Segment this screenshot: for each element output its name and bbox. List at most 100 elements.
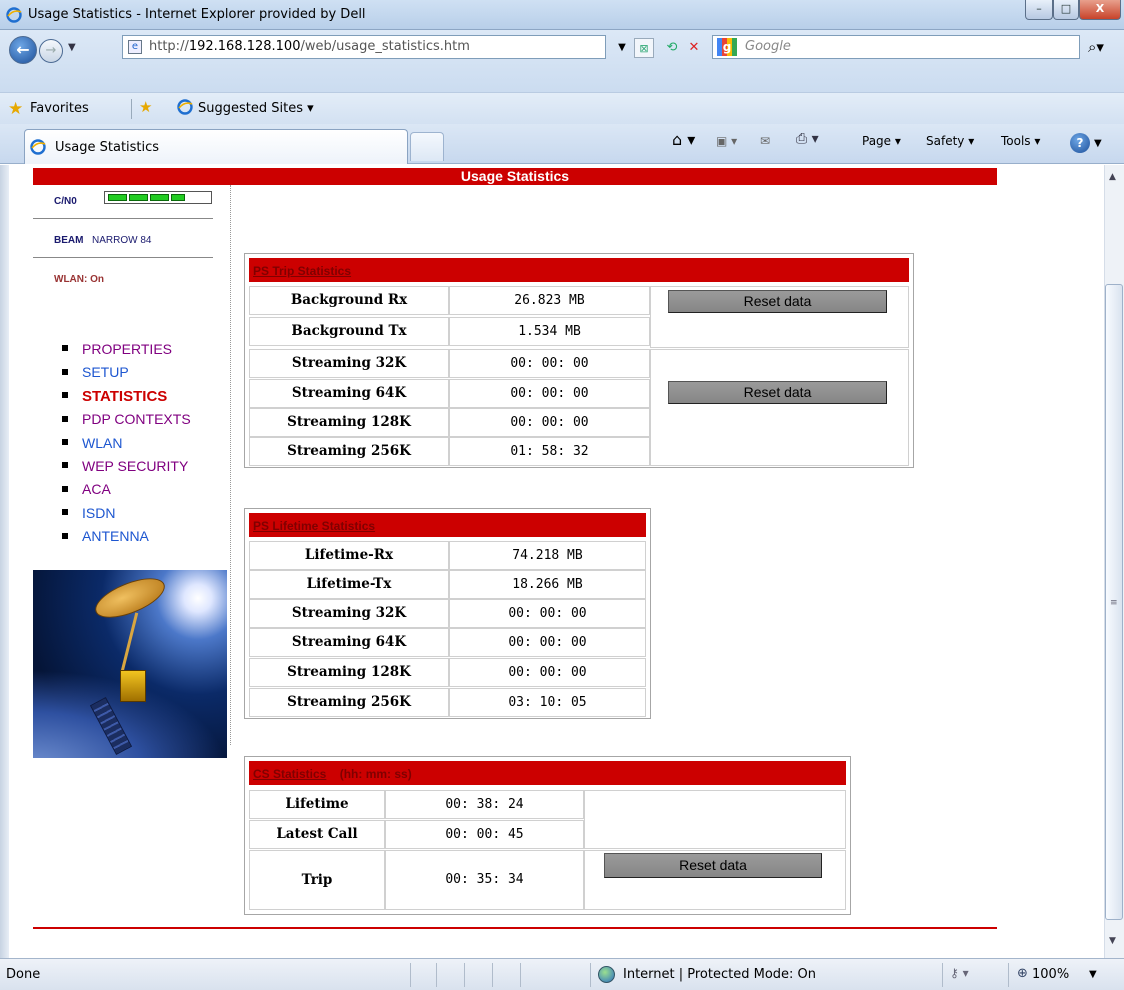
menu-item-wlan[interactable]: WLAN (62, 432, 191, 455)
table-cell-value: 74.218 MB (449, 541, 646, 570)
signal-cell (171, 194, 185, 201)
url-host: 192.168.128.100 (188, 39, 301, 54)
status-bar: Done Internet | Protected Mode: On ⚷ ▾ ⊕… (0, 958, 1124, 990)
beam-value: NARROW 84 (92, 235, 152, 246)
tools-menu[interactable]: Tools ▾ (1001, 134, 1040, 148)
menu-item-pdp-contexts[interactable]: PDP CONTEXTS (62, 408, 191, 431)
status-divider (410, 963, 411, 987)
new-tab-button[interactable] (410, 132, 444, 161)
table-cell-value: 00: 00: 00 (449, 379, 650, 408)
status-divider (464, 963, 465, 987)
menu-item-statistics[interactable]: STATISTICS (62, 385, 191, 408)
zoom-icon[interactable]: ⊕ (1017, 966, 1028, 981)
ps-lifetime-title: PS Lifetime Statistics (249, 513, 646, 537)
table-cell-value: 00: 00: 00 (449, 349, 650, 378)
search-icon[interactable]: ⌕▾ (1088, 38, 1104, 56)
toolbar-separator (131, 99, 132, 119)
table-cell-value: 00: 00: 00 (449, 408, 650, 437)
table-cell-label: Streaming 32K (249, 599, 449, 628)
url-path: /web/usage_statistics.htm (300, 39, 470, 54)
tab-usage-statistics[interactable]: Usage Statistics (24, 129, 408, 164)
reset-cs-button[interactable]: Reset data (604, 853, 822, 878)
reset-cell (650, 349, 909, 466)
close-button[interactable]: X (1079, 0, 1121, 20)
signal-cell (150, 194, 169, 201)
menu-item-aca[interactable]: ACA (62, 478, 191, 501)
google-logo-icon: g (717, 38, 737, 56)
favorites-button[interactable]: Favorites (30, 101, 89, 116)
menu-item-antenna[interactable]: ANTENNA (62, 525, 191, 548)
scroll-down-icon[interactable]: ▼ (1109, 936, 1116, 946)
menu-item-properties[interactable]: PROPERTIES (62, 338, 191, 361)
table-cell-value: 00: 00: 45 (385, 820, 584, 849)
safety-menu[interactable]: Safety ▾ (926, 134, 974, 148)
sidebar-menu: PROPERTIES SETUP STATISTICS PDP CONTEXTS… (62, 338, 191, 549)
table-cell-label: Background Rx (249, 286, 449, 315)
reset-background-button[interactable]: Reset data (668, 290, 887, 313)
address-toolbar: ← → ▼ e http://192.168.128.100/web/usage… (0, 30, 1124, 92)
reset-streaming-button[interactable]: Reset data (668, 381, 887, 404)
address-dropdown-icon[interactable]: ▼ (612, 38, 632, 58)
table-cell-label: Streaming 32K (249, 349, 449, 378)
help-dropdown-icon[interactable]: ▼ (1094, 138, 1102, 149)
cs-title: CS Statistics (hh: mm: ss) (249, 761, 846, 785)
table-cell-label: Background Tx (249, 317, 449, 346)
suggested-sites-button[interactable]: Suggested Sites ▾ (198, 101, 314, 116)
status-divider (436, 963, 437, 987)
menu-item-isdn[interactable]: ISDN (62, 502, 191, 525)
feeds-icon[interactable]: ▣ ▾ (716, 134, 737, 148)
stop-icon[interactable]: ✕ (684, 38, 704, 58)
protected-mode-icon[interactable]: ⚷ ▾ (950, 966, 969, 980)
cs-unit: (hh: mm: ss) (339, 767, 412, 781)
zoom-level[interactable]: 100% (1032, 967, 1069, 982)
print-icon[interactable]: ⎙ ▾ (796, 131, 819, 147)
add-to-favorites-icon[interactable]: ★ (139, 98, 152, 116)
recent-pages-dropdown-icon[interactable]: ▼ (68, 42, 76, 53)
address-bar[interactable]: e http://192.168.128.100/web/usage_stati… (122, 35, 606, 59)
menu-item-setup[interactable]: SETUP (62, 361, 191, 384)
table-cell-value: 00: 35: 34 (385, 850, 584, 910)
sidebar-separator (33, 218, 213, 219)
tab-label: Usage Statistics (55, 140, 160, 155)
forward-button[interactable]: → (39, 39, 63, 63)
security-zone[interactable]: Internet | Protected Mode: On (623, 967, 816, 982)
table-cell-label: Streaming 128K (249, 408, 449, 437)
status-divider (590, 963, 591, 987)
scrollbar-grip-icon: ≡ (1110, 598, 1118, 608)
maximize-button[interactable]: □ (1053, 0, 1079, 20)
sidebar-separator (33, 257, 213, 258)
page-icon: e (128, 40, 142, 54)
scroll-up-icon[interactable]: ▲ (1109, 172, 1116, 182)
menu-item-wep-security[interactable]: WEP SECURITY (62, 455, 191, 478)
refresh-icon[interactable]: ⟲ (662, 38, 682, 58)
status-divider (1008, 963, 1009, 987)
window-left-edge (0, 165, 9, 958)
search-input[interactable]: g Google (712, 35, 1080, 59)
table-cell-value: 18.266 MB (449, 570, 646, 599)
status-text: Done (6, 967, 41, 982)
mail-icon[interactable]: ✉ (760, 134, 770, 148)
suggested-sites-icon (177, 99, 193, 115)
page-title: Usage Statistics (33, 168, 997, 185)
table-cell-label: Lifetime-Tx (249, 570, 449, 599)
back-button[interactable]: ← (9, 36, 37, 64)
table-cell-value: 00: 38: 24 (385, 790, 584, 819)
minimize-button[interactable]: – (1025, 0, 1053, 20)
table-cell-label: Latest Call (249, 820, 385, 849)
zoom-dropdown-icon[interactable]: ▼ (1089, 969, 1097, 980)
page-menu[interactable]: Page ▾ (862, 134, 901, 148)
home-icon[interactable]: ⌂ ▾ (672, 130, 695, 149)
signal-cell (129, 194, 148, 201)
status-divider (520, 963, 521, 987)
table-cell-value: 01: 58: 32 (449, 437, 650, 466)
table-cell-value: 1.534 MB (449, 317, 650, 346)
table-cell-label: Streaming 128K (249, 658, 449, 687)
table-cell-label: Trip (249, 850, 385, 910)
table-cell-value: 03: 10: 05 (449, 688, 646, 717)
window-title: Usage Statistics - Internet Explorer pro… (28, 7, 366, 22)
compatibility-view-icon[interactable]: ⊠ (634, 38, 654, 58)
search-placeholder: Google (745, 39, 791, 54)
empty-cell (584, 790, 846, 849)
help-icon[interactable]: ? (1070, 133, 1090, 153)
beam-label: BEAM (54, 235, 84, 246)
